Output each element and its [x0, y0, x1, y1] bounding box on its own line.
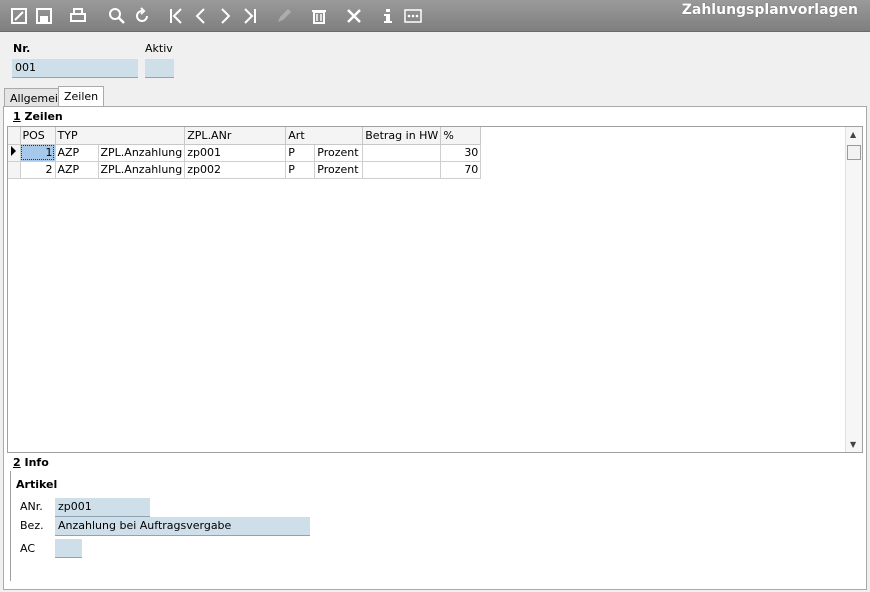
cell-art[interactable]: P	[285, 144, 316, 162]
anr-field[interactable]: zp001	[55, 498, 150, 517]
cell-typ-name: ZPL.Anzahlung	[98, 161, 186, 179]
cell-art-name: Prozent	[314, 161, 364, 179]
scroll-up-icon[interactable]: ▲	[850, 130, 856, 139]
column-header-betrag[interactable]: Betrag in HW	[362, 127, 442, 145]
column-header-percent[interactable]: %	[440, 127, 482, 145]
save-icon[interactable]	[33, 5, 55, 27]
cell-percent[interactable]: 30	[440, 144, 482, 162]
info-icon[interactable]	[377, 5, 399, 27]
cell-art[interactable]: P	[285, 161, 316, 179]
ac-label: AC	[20, 542, 36, 555]
anr-label: ANr.	[20, 500, 43, 513]
cell-art-name: Prozent	[314, 144, 364, 162]
close-icon[interactable]	[343, 5, 365, 27]
info-group-title: 2 Info	[13, 456, 49, 469]
cell-typ[interactable]: AZP	[55, 144, 99, 162]
more-icon[interactable]	[402, 5, 424, 27]
edit-icon[interactable]	[8, 5, 30, 27]
nr-field[interactable]: 001	[12, 59, 138, 78]
bez-label: Bez.	[20, 519, 44, 532]
pencil-icon[interactable]	[273, 5, 295, 27]
cell-typ-name: ZPL.Anzahlung	[98, 144, 186, 162]
print-icon[interactable]	[67, 5, 89, 27]
cell-betrag[interactable]	[362, 161, 442, 179]
column-header-typ[interactable]: TYP	[55, 127, 186, 145]
table-row[interactable]: 2 AZP ZPL.Anzahlung zp002 P Prozent 70	[8, 161, 482, 179]
cell-zpl-anr[interactable]: zp001	[184, 144, 287, 162]
scrollbar-thumb[interactable]	[847, 145, 861, 160]
next-record-icon[interactable]	[214, 5, 236, 27]
zeilen-group-title: 1 Zeilen	[13, 110, 63, 123]
previous-record-icon[interactable]	[190, 5, 212, 27]
cell-betrag[interactable]	[362, 144, 442, 162]
scroll-down-icon[interactable]: ▼	[850, 440, 856, 449]
cell-pos[interactable]: 1	[20, 144, 56, 162]
zeilen-grid[interactable]: POS TYP ZPL.ANr Art Betrag in HW % 1 AZP…	[7, 126, 863, 453]
column-header-zpl-anr[interactable]: ZPL.ANr	[184, 127, 287, 145]
first-record-icon[interactable]	[166, 5, 188, 27]
cell-zpl-anr[interactable]: zp002	[184, 161, 287, 179]
window-title: Zahlungsplanvorlagen	[681, 2, 858, 18]
row-indicator-arrow-icon	[8, 144, 21, 162]
ac-field[interactable]	[55, 539, 82, 558]
column-header-pos[interactable]: POS	[20, 127, 56, 145]
last-record-icon[interactable]	[238, 5, 260, 27]
bez-field[interactable]: Anzahlung bei Auftragsvergabe	[55, 517, 310, 536]
artikel-title: Artikel	[16, 478, 58, 491]
search-icon[interactable]	[106, 5, 128, 27]
cell-typ[interactable]: AZP	[55, 161, 99, 179]
cell-pos[interactable]: 2	[20, 161, 56, 179]
grid-vertical-scrollbar[interactable]: ▲ ▼	[845, 127, 862, 452]
row-indicator-header	[8, 127, 21, 145]
delete-icon[interactable]	[308, 5, 330, 27]
nr-label: Nr.	[13, 42, 31, 55]
refresh-icon[interactable]	[131, 5, 153, 27]
aktiv-field[interactable]	[145, 59, 174, 78]
row-indicator	[8, 161, 21, 179]
column-header-art[interactable]: Art	[285, 127, 364, 145]
aktiv-label: Aktiv	[145, 42, 173, 55]
cell-percent[interactable]: 70	[440, 161, 482, 179]
table-row[interactable]: 1 AZP ZPL.Anzahlung zp001 P Prozent 30	[8, 144, 482, 162]
toolbar: Zahlungsplanvorlagen	[0, 0, 870, 32]
